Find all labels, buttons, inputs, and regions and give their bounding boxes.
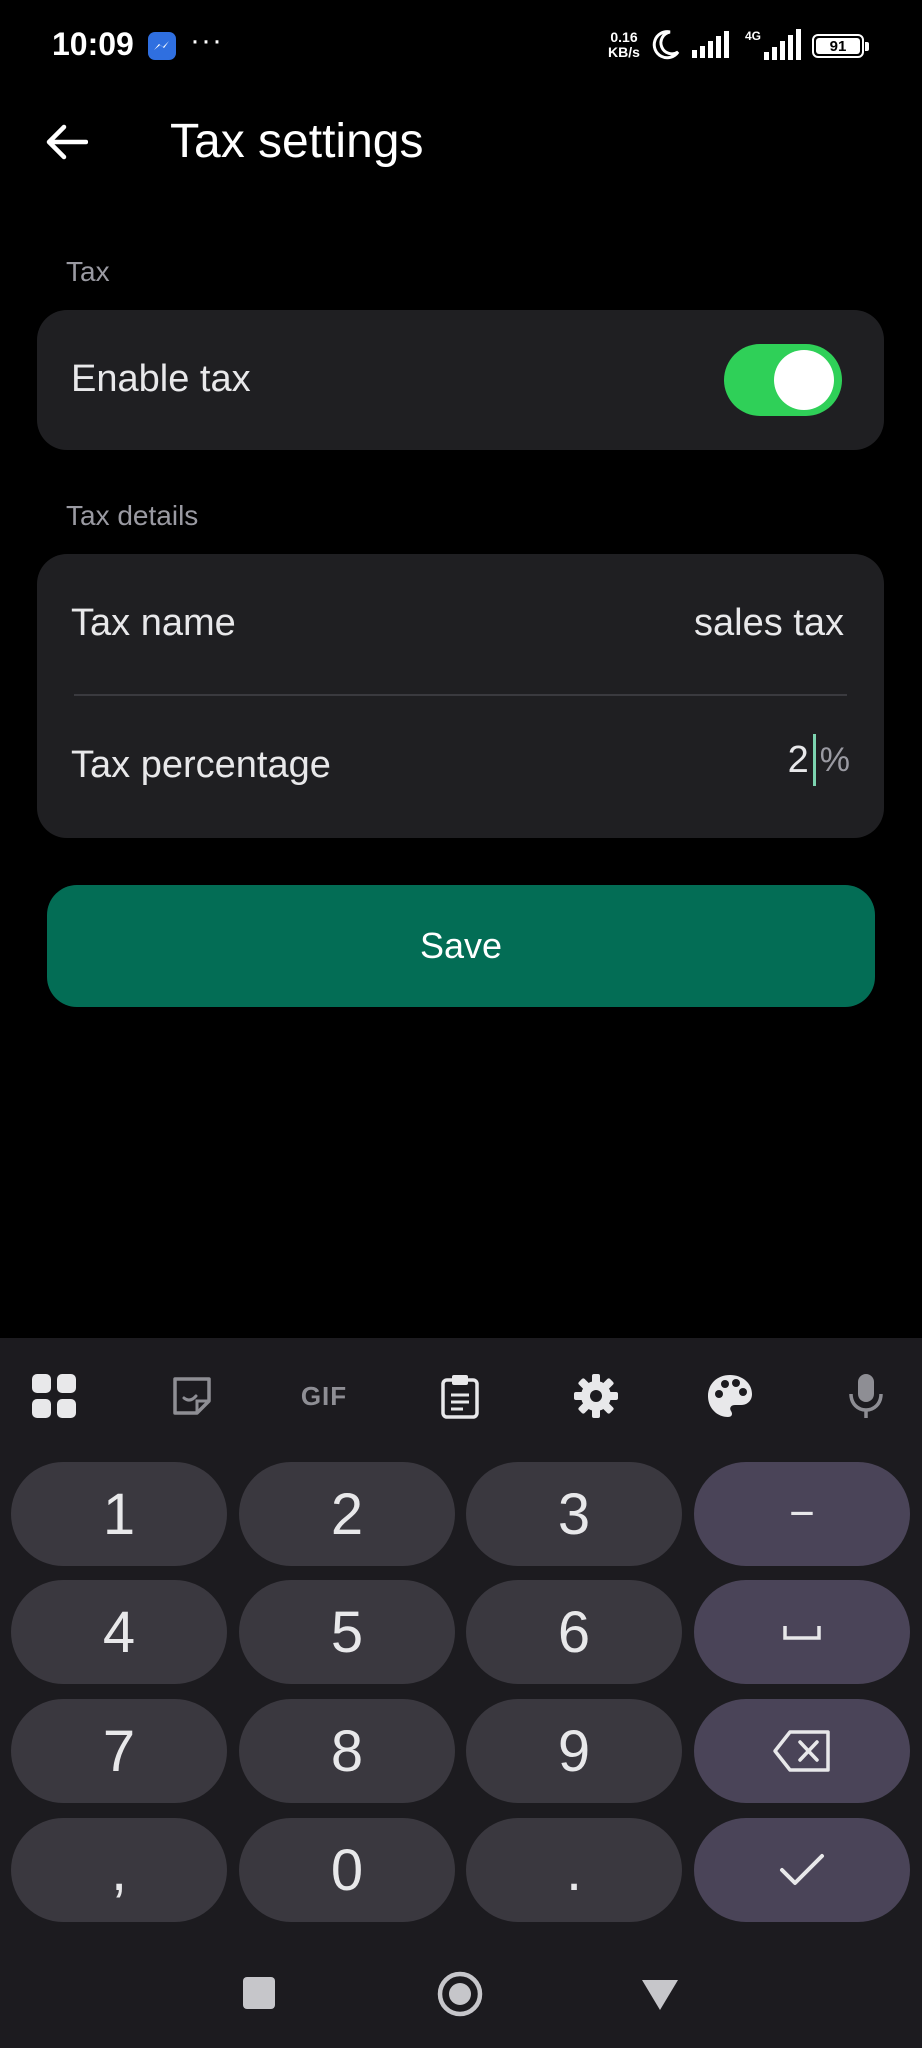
- space-bar-icon: [783, 1626, 821, 1640]
- key-5[interactable]: 5: [239, 1580, 455, 1684]
- enable-tax-card: Enable tax: [37, 310, 884, 450]
- key-space[interactable]: [694, 1580, 910, 1684]
- toggle-knob: [774, 350, 834, 410]
- enable-tax-label: Enable tax: [71, 358, 251, 400]
- check-icon: [780, 1854, 824, 1885]
- tax-details-card: Tax name sales tax Tax percentage 2 %: [37, 554, 884, 838]
- gear-icon[interactable]: [568, 1368, 624, 1424]
- key-1[interactable]: 1: [11, 1462, 227, 1566]
- key-6[interactable]: 6: [466, 1580, 682, 1684]
- system-nav-bar: [0, 1932, 922, 2048]
- percent-suffix: %: [819, 740, 850, 779]
- tax-name-input[interactable]: sales tax: [694, 602, 844, 645]
- status-bar: 10:09 ··· 0.16 KB/s 4G 91: [0, 0, 922, 92]
- save-button[interactable]: Save: [47, 885, 875, 1007]
- palette-icon[interactable]: [702, 1368, 758, 1424]
- key-comma[interactable]: ,: [11, 1818, 227, 1922]
- apps-grid-icon[interactable]: [26, 1368, 82, 1424]
- backspace-icon: [773, 1730, 830, 1772]
- more-notifications: ···: [190, 24, 223, 57]
- speed-unit: KB/s: [608, 44, 640, 60]
- keyboard-toolbar: GIF: [0, 1338, 922, 1448]
- key-period[interactable]: .: [466, 1818, 682, 1922]
- signal-4g-icon: 4G: [744, 28, 804, 65]
- arrow-left-icon: [46, 124, 88, 160]
- key-7[interactable]: 7: [11, 1699, 227, 1803]
- sticker-icon[interactable]: [164, 1368, 220, 1424]
- gif-label: GIF: [300, 1380, 348, 1411]
- tax-percentage-value: 2: [787, 738, 809, 781]
- recent-apps-icon[interactable]: [242, 1976, 276, 2015]
- tax-percentage-label: Tax percentage: [71, 744, 331, 786]
- tax-percentage-input[interactable]: 2 %: [788, 730, 850, 790]
- battery-icon: 91: [812, 34, 869, 58]
- key-3[interactable]: 3: [466, 1462, 682, 1566]
- clipboard-icon[interactable]: [432, 1368, 488, 1424]
- text-cursor: [812, 734, 816, 786]
- key-8[interactable]: 8: [239, 1699, 455, 1803]
- key-4[interactable]: 4: [11, 1580, 227, 1684]
- messenger-icon: [148, 32, 176, 60]
- network-speed: 0.16 KB/s: [604, 30, 644, 60]
- status-time: 10:09: [52, 26, 134, 62]
- divider: [74, 694, 847, 696]
- key-done[interactable]: [694, 1818, 910, 1922]
- back-icon[interactable]: [640, 1978, 680, 2017]
- signal-icon: [690, 30, 734, 63]
- key-9[interactable]: 9: [466, 1699, 682, 1803]
- key-0[interactable]: 0: [239, 1818, 455, 1922]
- section-label-tax-details: Tax details: [66, 500, 199, 531]
- moon-icon: [648, 28, 682, 67]
- key-backspace[interactable]: [694, 1699, 910, 1803]
- battery-level: 91: [816, 38, 860, 55]
- microphone-icon[interactable]: [838, 1368, 894, 1424]
- speed-value: 0.16: [610, 29, 638, 45]
- section-label-tax: Tax: [66, 256, 110, 287]
- key-2[interactable]: 2: [239, 1462, 455, 1566]
- key-minus[interactable]: −: [694, 1462, 910, 1566]
- enable-tax-toggle[interactable]: [724, 344, 842, 416]
- gif-icon[interactable]: GIF: [296, 1368, 352, 1424]
- page-title: Tax settings: [170, 115, 424, 168]
- home-icon[interactable]: [436, 1970, 484, 2023]
- tax-name-label: Tax name: [71, 602, 236, 644]
- back-button[interactable]: [36, 112, 96, 172]
- network-type: 4G: [745, 29, 761, 43]
